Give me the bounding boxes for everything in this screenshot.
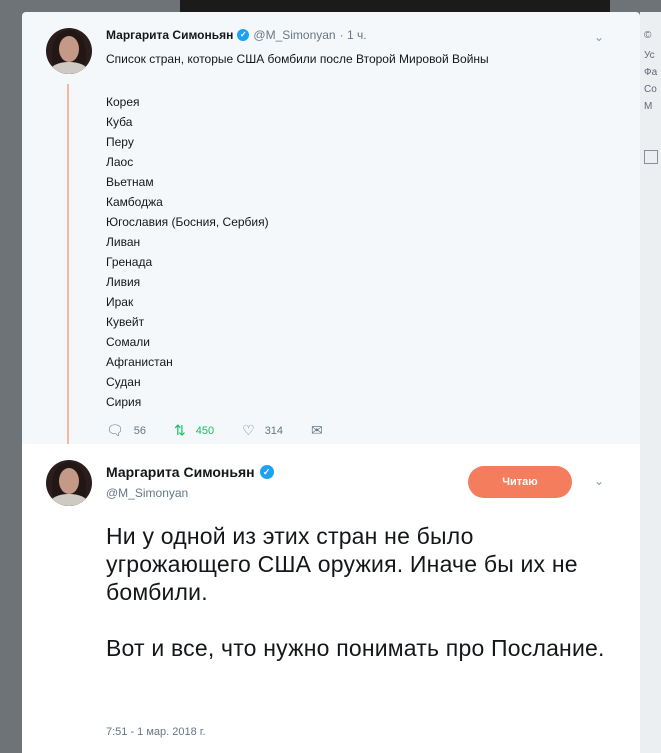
author-handle[interactable]: @M_Simonyan	[253, 28, 335, 42]
list-item: Куба	[106, 115, 133, 129]
author-handle[interactable]: @M_Simonyan	[106, 486, 188, 500]
list-item: Ливия	[106, 275, 141, 289]
author-name[interactable]: Маргарита Симоньян	[106, 464, 255, 480]
right-sidebar-fragment: © Ус Фа Со М	[640, 12, 661, 753]
main-tweet: Маргарита Симоньян ✓ @M_Simonyan Читаю ⌄…	[22, 444, 640, 753]
background-image-edge	[180, 0, 610, 12]
tweet-time[interactable]: · 1 ч.	[340, 28, 367, 42]
list-item: Сомали	[106, 335, 150, 349]
tweet-header: Маргарита Симоньян ✓	[106, 464, 274, 480]
like-count: 314	[264, 424, 284, 437]
verified-badge-icon: ✓	[259, 465, 274, 479]
list-item: Камбоджа	[106, 195, 163, 209]
reply-icon: 🗨	[106, 422, 124, 438]
list-item: Вьетнам	[106, 175, 154, 189]
envelope-icon: ✉	[311, 422, 323, 438]
thread-connector-line	[67, 84, 69, 464]
retweet-button[interactable]: ⇅ 450	[174, 422, 214, 439]
chevron-down-icon[interactable]: ⌄	[594, 474, 604, 488]
list-item: Гренада	[106, 255, 153, 269]
avatar[interactable]	[46, 28, 92, 74]
verified-badge-icon: ✓	[237, 29, 250, 41]
tweet-header: Маргарита Симоньян ✓ @M_Simonyan · 1 ч.	[106, 28, 367, 42]
sidebar-fragment: Со	[644, 84, 657, 95]
retweet-icon: ⇅	[174, 422, 186, 438]
list-item: Афганистан	[106, 355, 173, 369]
sidebar-fragment: Фа	[644, 67, 658, 78]
tweet-text: Список стран, которые США бомбили после …	[106, 52, 489, 66]
avatar[interactable]	[46, 460, 92, 506]
tweet-paragraph: Ни у одной из этих стран не было угрожаю…	[106, 523, 578, 605]
country-list: Корея Куба Перу Лаос Вьетнам Камбоджа Юг…	[106, 92, 269, 412]
list-item: Кувейт	[106, 315, 145, 329]
tweet-actions: 🗨 56 ⇅ 450 ♡ 314 ✉	[106, 422, 361, 439]
list-item: Сирия	[106, 395, 142, 409]
parent-tweet[interactable]: Маргарита Симоньян ✓ @M_Simonyan · 1 ч. …	[22, 12, 640, 464]
list-item: Корея	[106, 95, 140, 109]
sidebar-fragment: М	[644, 101, 653, 112]
chevron-down-icon[interactable]: ⌄	[594, 30, 604, 44]
reply-button[interactable]: 🗨 56	[106, 422, 146, 439]
tweet-text: Ни у одной из этих стран не было угрожаю…	[106, 522, 606, 690]
tweet-timestamp[interactable]: 7:51 - 1 мар. 2018 г.	[106, 726, 206, 738]
external-link-icon[interactable]	[644, 150, 658, 164]
tweet-paragraph: Вот и все, что нужно понимать про Послан…	[106, 635, 605, 661]
sidebar-fragment: ©	[644, 30, 652, 41]
list-item: Перу	[106, 135, 134, 149]
retweet-count: 450	[195, 424, 215, 437]
list-item: Ливан	[106, 235, 141, 249]
like-button[interactable]: ♡ 314	[242, 422, 283, 439]
list-item: Югославия (Босния, Сербия)	[106, 215, 269, 229]
list-item: Ирак	[106, 295, 134, 309]
sidebar-fragment: Ус	[644, 50, 655, 61]
heart-icon: ♡	[242, 422, 255, 438]
reply-count: 56	[133, 424, 147, 437]
follow-button[interactable]: Читаю	[468, 466, 572, 498]
list-item: Лаос	[106, 155, 134, 169]
dm-button[interactable]: ✉	[311, 422, 333, 439]
author-name[interactable]: Маргарита Симоньян	[106, 28, 233, 42]
list-item: Судан	[106, 375, 141, 389]
